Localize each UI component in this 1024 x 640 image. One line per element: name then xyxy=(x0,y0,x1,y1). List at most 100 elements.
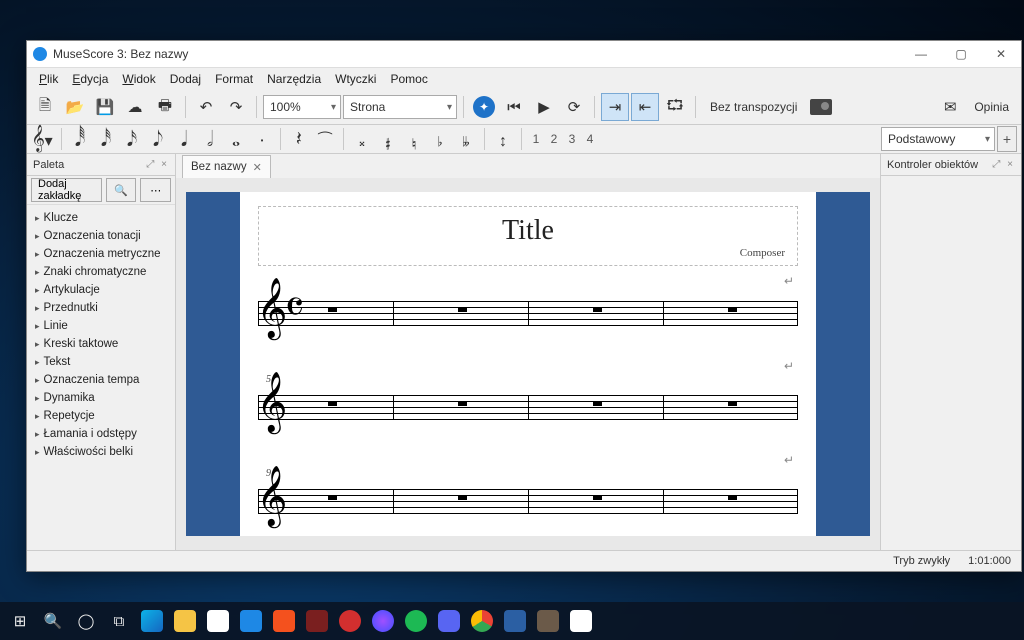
flip-icon[interactable]: ↕ xyxy=(491,127,515,151)
palette-item[interactable]: Linie xyxy=(27,317,175,335)
palette-item[interactable]: Klucze xyxy=(27,209,175,227)
workspace-combo[interactable]: Podstawowy xyxy=(881,127,995,151)
note-16-icon[interactable]: 𝅘𝅥𝅯 xyxy=(120,127,144,151)
palette-item[interactable]: Łamania i odstępy xyxy=(27,425,175,443)
score-canvas[interactable]: Title Composer ↵𝄞𝄴↵5𝄞↵9𝄞↵13𝄞 xyxy=(176,178,880,550)
app-spotify[interactable] xyxy=(402,607,430,635)
sharp-icon[interactable]: ♯ xyxy=(376,127,400,151)
undo-icon[interactable]: ↶ xyxy=(192,93,220,121)
cortana-icon[interactable]: ◯ xyxy=(72,607,100,635)
natural-icon[interactable]: ♮ xyxy=(402,127,426,151)
palette-item[interactable]: Oznaczenia tonacji xyxy=(27,227,175,245)
menu-add[interactable]: Dodaj xyxy=(164,70,207,88)
flat-icon[interactable]: ♭ xyxy=(428,127,452,151)
palette-item[interactable]: Kreski taktowe xyxy=(27,335,175,353)
note-64-icon[interactable]: 𝅘𝅥𝅱 xyxy=(68,127,92,151)
voice-2[interactable]: 2 xyxy=(546,132,562,146)
palette-dock-controls[interactable]: ⤢ × xyxy=(146,159,169,170)
feedback-icon[interactable]: ✉ xyxy=(936,93,964,121)
metronome-icon[interactable]: ✦ xyxy=(470,93,498,121)
palette-item[interactable]: Tekst xyxy=(27,353,175,371)
app-gimp[interactable] xyxy=(534,607,562,635)
palette-item[interactable]: Artykulacje xyxy=(27,281,175,299)
menu-edit[interactable]: Edycja xyxy=(66,70,114,88)
save-icon[interactable]: 💾 xyxy=(91,93,119,121)
menu-tools[interactable]: Narzędzia xyxy=(261,70,327,88)
app-opera[interactable] xyxy=(336,607,364,635)
app-chrome[interactable] xyxy=(468,607,496,635)
menu-plugins[interactable]: Wtyczki xyxy=(329,70,382,88)
play-icon[interactable]: ▶ xyxy=(530,93,558,121)
loop-icon[interactable]: ⟳ xyxy=(560,93,588,121)
palette-search-icon[interactable]: 🔍 xyxy=(106,178,137,202)
image-capture-icon[interactable] xyxy=(807,93,835,121)
app-paint[interactable] xyxy=(567,607,595,635)
score-composer[interactable]: Composer xyxy=(271,247,785,259)
title-frame[interactable]: Title Composer xyxy=(258,206,798,266)
taskview-icon[interactable]: ⧉ xyxy=(105,607,133,635)
app-explorer[interactable] xyxy=(171,607,199,635)
tab-document[interactable]: Bez nazwy ✕ xyxy=(182,155,271,178)
menu-file[interactable]: Plik xyxy=(33,70,64,88)
app-brave[interactable] xyxy=(270,607,298,635)
transpose-toggle[interactable]: Bez transpozycji xyxy=(702,94,805,120)
loop-in-icon[interactable]: ⇥ xyxy=(601,93,629,121)
minimize-button[interactable]: — xyxy=(901,41,941,67)
menu-format[interactable]: Format xyxy=(209,70,259,88)
menu-help[interactable]: Pomoc xyxy=(384,70,433,88)
staff[interactable]: 𝄞𝄴 xyxy=(258,295,798,335)
app-edge[interactable] xyxy=(138,607,166,635)
app-calc[interactable] xyxy=(501,607,529,635)
note-1-icon[interactable]: 𝅝 xyxy=(224,127,248,151)
app-w[interactable] xyxy=(303,607,331,635)
palette-more-icon[interactable]: ⋯ xyxy=(140,178,171,202)
palette-item[interactable]: Oznaczenia metryczne xyxy=(27,245,175,263)
dot-icon[interactable]: · xyxy=(250,127,274,151)
note-8-icon[interactable]: 𝅘𝅥𝅮 xyxy=(146,127,170,151)
app-mail[interactable] xyxy=(237,607,265,635)
palette-item[interactable]: Oznaczenia tempa xyxy=(27,371,175,389)
score-title[interactable]: Title xyxy=(271,215,785,247)
note-2-icon[interactable]: 𝅗𝅥 xyxy=(198,127,222,151)
search-icon[interactable]: 🔍 xyxy=(39,607,67,635)
sharp2-icon[interactable]: 𝄪 xyxy=(350,127,374,151)
app-discord[interactable] xyxy=(435,607,463,635)
staff[interactable]: 𝄞 xyxy=(258,483,798,523)
voice-3[interactable]: 3 xyxy=(564,132,580,146)
print-icon[interactable]: 🖶 xyxy=(151,93,179,121)
view-combo[interactable]: Strona xyxy=(343,95,457,119)
add-workspace-button[interactable]: + xyxy=(997,126,1017,152)
zoom-combo[interactable]: 100% xyxy=(263,95,341,119)
loop-out-icon[interactable]: ⇤ xyxy=(631,93,659,121)
note-input-icon[interactable]: 𝄞▾ xyxy=(31,127,55,151)
tab-close-icon[interactable]: ✕ xyxy=(253,161,262,174)
add-tab-button[interactable]: Dodaj zakładkę xyxy=(31,178,102,202)
new-file-icon[interactable]: 🗎 xyxy=(31,93,59,121)
rewind-icon[interactable]: ⏮ xyxy=(500,93,528,121)
count-in-icon[interactable]: ⮔ xyxy=(661,93,689,121)
app-store[interactable] xyxy=(204,607,232,635)
app-messenger[interactable] xyxy=(369,607,397,635)
rest-icon[interactable]: 𝄽 xyxy=(287,127,311,151)
voice-1[interactable]: 1 xyxy=(528,132,544,146)
menu-view[interactable]: Widok xyxy=(116,70,161,88)
redo-icon[interactable]: ↷ xyxy=(222,93,250,121)
palette-item[interactable]: Właściwości belki xyxy=(27,443,175,461)
palette-item[interactable]: Repetycje xyxy=(27,407,175,425)
feedback-button[interactable]: Opinia xyxy=(966,94,1017,120)
staff[interactable]: 𝄞 xyxy=(258,389,798,429)
palette-item[interactable]: Przednutki xyxy=(27,299,175,317)
cloud-icon[interactable]: ☁ xyxy=(121,93,149,121)
palette-item[interactable]: Dynamika xyxy=(27,389,175,407)
note-32-icon[interactable]: 𝅘𝅥𝅰 xyxy=(94,127,118,151)
voice-4[interactable]: 4 xyxy=(582,132,598,146)
palette-item[interactable]: Znaki chromatyczne xyxy=(27,263,175,281)
start-icon[interactable]: ⊞ xyxy=(6,607,34,635)
open-file-icon[interactable]: 📂 xyxy=(61,93,89,121)
maximize-button[interactable]: ▢ xyxy=(941,41,981,67)
tie-icon[interactable]: ⁀ xyxy=(313,127,337,151)
inspector-dock-controls[interactable]: ⤢ × xyxy=(992,159,1015,170)
flat2-icon[interactable]: 𝄫 xyxy=(454,127,478,151)
close-button[interactable]: ✕ xyxy=(981,41,1021,67)
note-4-icon[interactable]: 𝅘𝅥 xyxy=(172,127,196,151)
